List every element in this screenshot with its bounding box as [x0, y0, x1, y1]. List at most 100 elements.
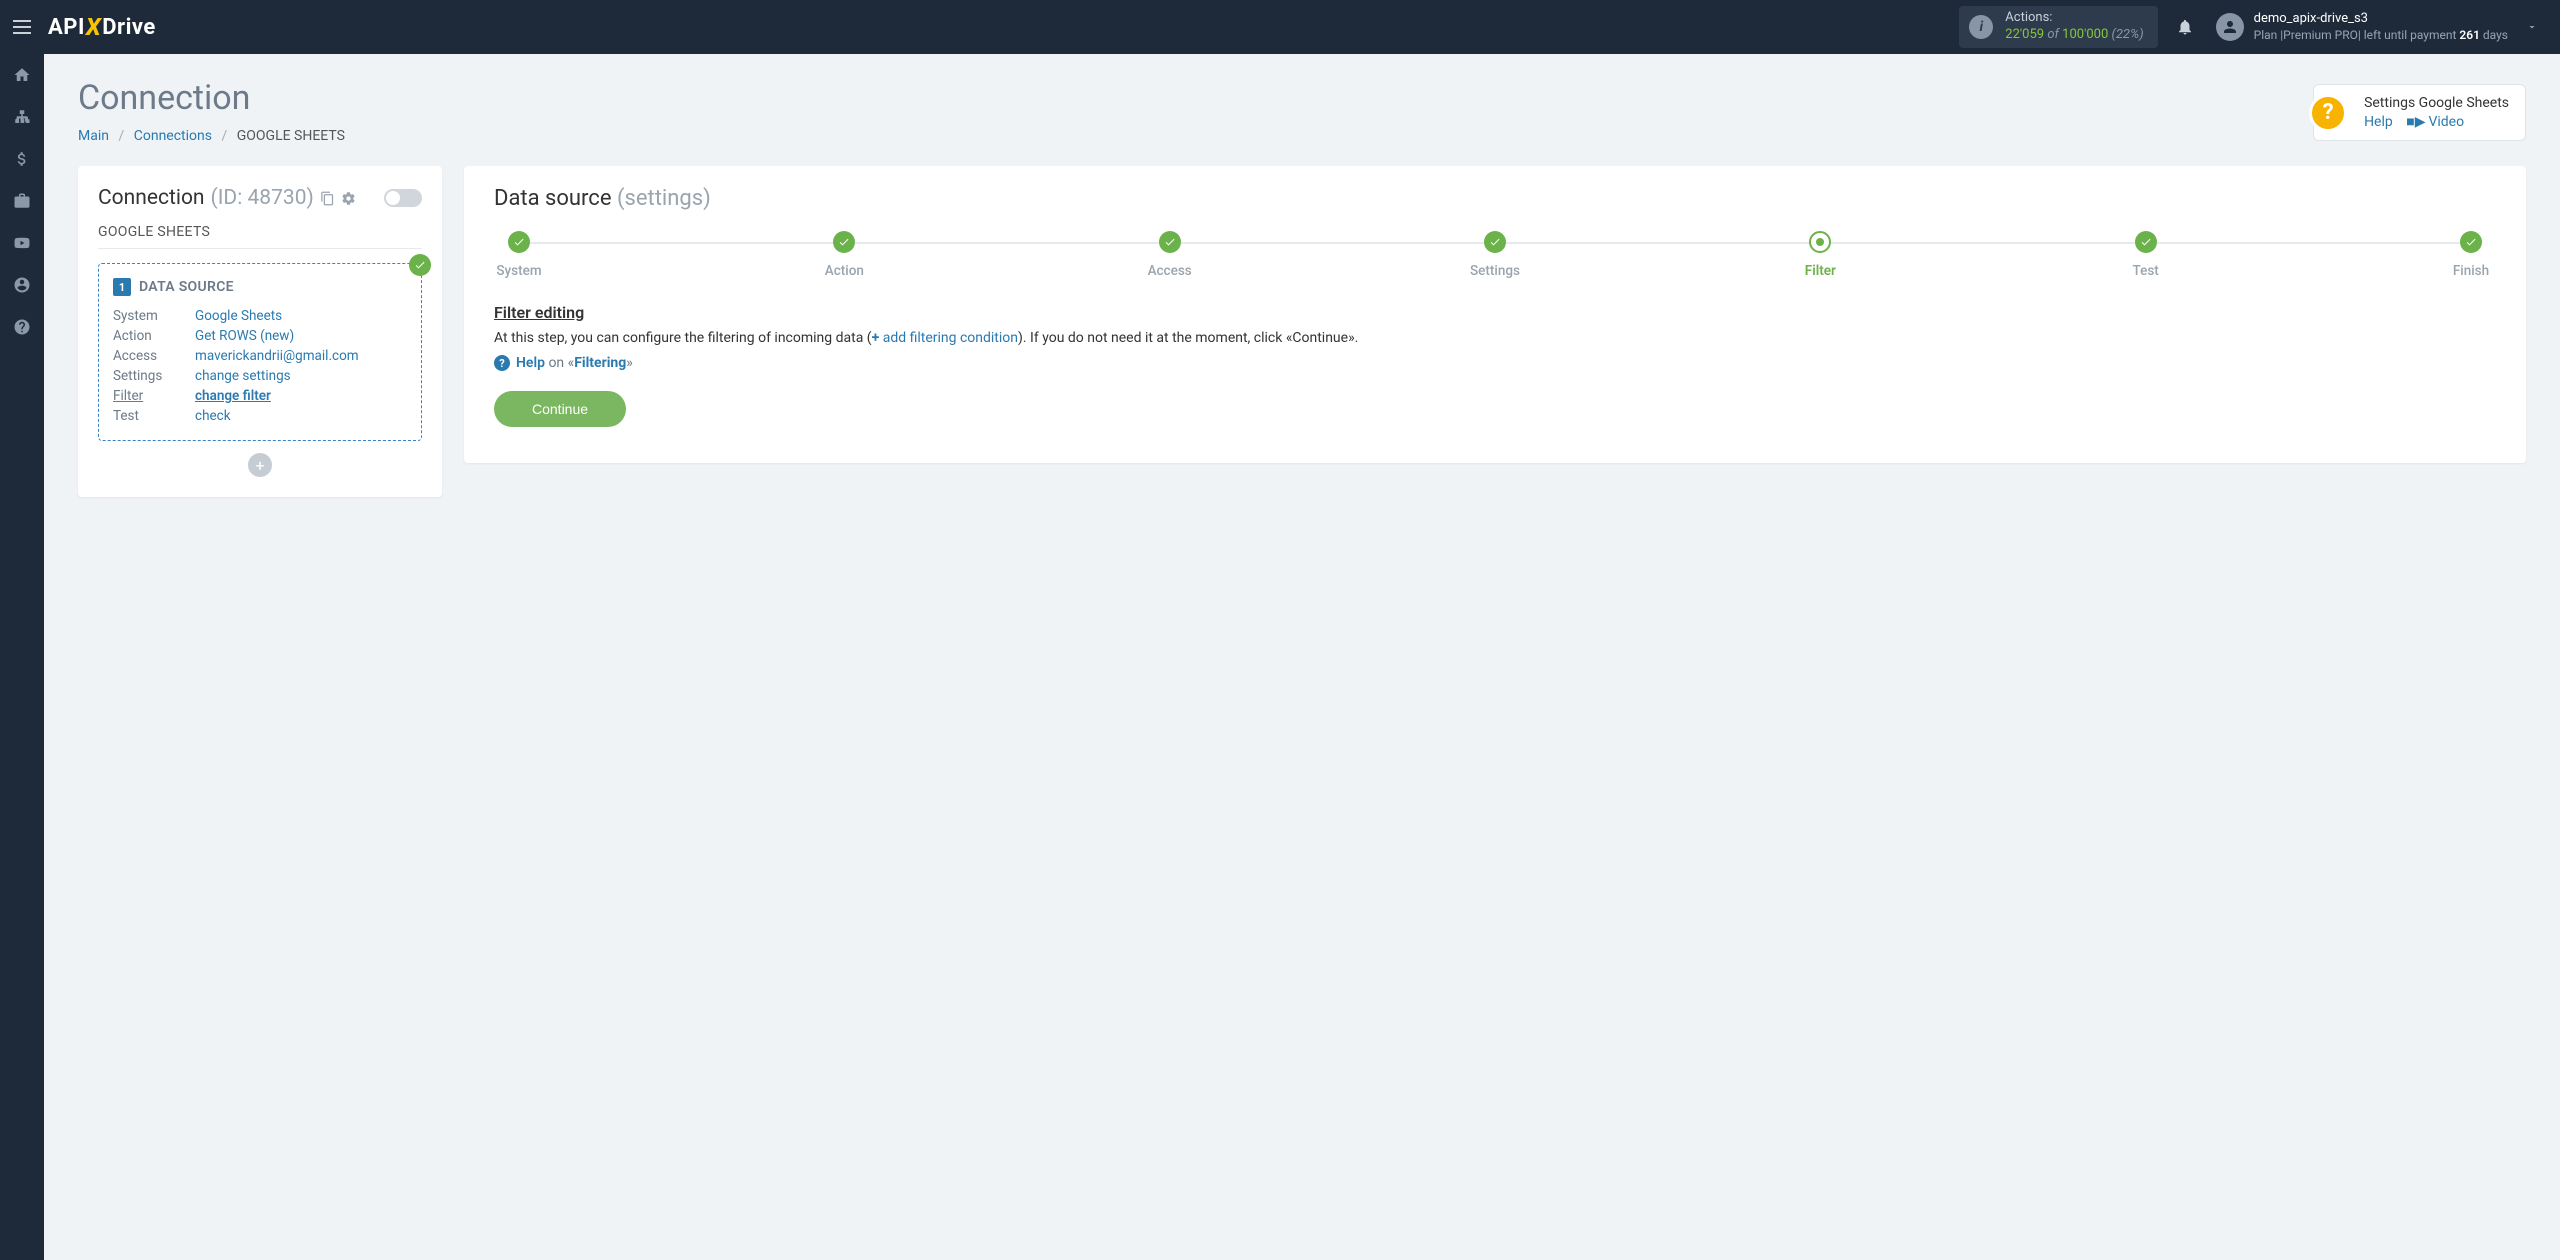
chevron-down-icon: [2526, 21, 2538, 33]
step-dot: [1484, 231, 1506, 253]
logo-api: API: [48, 15, 85, 40]
gear-icon[interactable]: [341, 191, 356, 206]
youtube-icon: [13, 234, 31, 252]
data-source-label: DATA SOURCE: [139, 279, 234, 295]
bell-icon: [2176, 18, 2194, 36]
sitemap-icon: [13, 108, 31, 126]
question-icon: [13, 318, 31, 336]
step-dot: [1159, 231, 1181, 253]
ds-row-settings: Settingschange settings: [113, 366, 407, 386]
user-name: demo_apix-drive_s3: [2254, 11, 2508, 28]
breadcrumb-connections[interactable]: Connections: [134, 128, 212, 144]
actions-label: Actions:: [2005, 10, 2143, 27]
logo[interactable]: APIXDrive: [48, 13, 156, 41]
help-q-icon: ?: [494, 355, 510, 371]
connection-id: (ID: 48730): [211, 186, 314, 210]
briefcase-icon: [13, 192, 31, 210]
ds-row-access: Accessmaverickandrii@gmail.com: [113, 346, 407, 366]
step-dot: [2460, 231, 2482, 253]
user-avatar-icon: [2216, 13, 2244, 41]
step-label: Test: [2133, 263, 2159, 279]
actions-of: of: [2047, 27, 2059, 42]
check-icon: [409, 254, 431, 276]
actions-used: 22'059: [2005, 27, 2044, 42]
step-system[interactable]: System: [494, 231, 544, 279]
user-plan: Plan |Premium PRO| left until payment 26…: [2254, 28, 2508, 44]
step-dot: [508, 231, 530, 253]
ds-settings-link[interactable]: change settings: [195, 368, 291, 384]
ds-test-link[interactable]: check: [195, 408, 231, 424]
sidebar-account[interactable]: [0, 264, 44, 306]
continue-button[interactable]: Continue: [494, 391, 626, 427]
add-filter-condition-link[interactable]: + add filtering condition: [872, 330, 1018, 346]
main-content: Connection Main / Connections / GOOGLE S…: [44, 54, 2560, 521]
actions-counter[interactable]: i Actions: 22'059 of 100'000 (22%): [1959, 6, 2157, 48]
ds-row-action: ActionGet ROWS (new): [113, 326, 407, 346]
step-action[interactable]: Action: [819, 231, 869, 279]
step-label: System: [496, 263, 541, 279]
step-label: Settings: [1470, 263, 1520, 279]
step-access[interactable]: Access: [1145, 231, 1195, 279]
connection-title: Connection: [98, 186, 205, 210]
step-filter[interactable]: Filter: [1795, 231, 1845, 279]
user-icon: [13, 276, 31, 294]
step-finish[interactable]: Finish: [2446, 231, 2496, 279]
actions-pct: (22%): [2112, 27, 2144, 42]
page-title: Connection: [78, 78, 2526, 118]
data-source-box: 1 DATA SOURCE SystemGoogle Sheets Action…: [98, 263, 422, 441]
hamburger-menu[interactable]: [0, 0, 44, 54]
connection-toggle[interactable]: [384, 189, 422, 207]
copy-icon[interactable]: [320, 191, 335, 206]
data-source-number: 1: [113, 278, 131, 296]
sidebar: [0, 54, 44, 1260]
data-source-title: Data source (settings): [494, 186, 2496, 211]
help-filtering-link[interactable]: Help: [516, 355, 545, 371]
add-destination-button[interactable]: +: [248, 453, 272, 477]
step-dot: [833, 231, 855, 253]
info-icon: i: [1969, 15, 1993, 39]
ds-row-test: Testcheck: [113, 406, 407, 426]
ds-access-link[interactable]: maverickandrii@gmail.com: [195, 348, 359, 364]
step-test[interactable]: Test: [2121, 231, 2171, 279]
step-dot: [2135, 231, 2157, 253]
ds-row-system: SystemGoogle Sheets: [113, 306, 407, 326]
sidebar-home[interactable]: [0, 54, 44, 96]
connection-service: GOOGLE SHEETS: [98, 224, 422, 249]
sidebar-help[interactable]: [0, 306, 44, 348]
dollar-icon: [13, 150, 31, 168]
step-settings[interactable]: Settings: [1470, 231, 1520, 279]
notifications-button[interactable]: [2164, 18, 2206, 36]
home-icon: [13, 66, 31, 84]
filter-editing-text: At this step, you can configure the filt…: [494, 328, 2496, 349]
sidebar-billing[interactable]: [0, 138, 44, 180]
breadcrumb-main[interactable]: Main: [78, 128, 109, 144]
connection-card: Connection (ID: 48730) GOOGLE SHEETS 1 D…: [78, 166, 442, 497]
help-line: ? Help on «Filtering»: [494, 355, 2496, 371]
ds-row-filter: Filterchange filter: [113, 386, 407, 406]
ds-action-link[interactable]: Get ROWS (new): [195, 328, 294, 344]
sidebar-video[interactable]: [0, 222, 44, 264]
help-qmark-icon[interactable]: ?: [2309, 94, 2347, 132]
user-menu[interactable]: demo_apix-drive_s3 Plan |Premium PRO| le…: [2206, 11, 2548, 43]
logo-drive: Drive: [102, 15, 156, 40]
topbar: APIXDrive i Actions: 22'059 of 100'000 (…: [0, 0, 2560, 54]
logo-x: X: [86, 13, 101, 41]
sidebar-connections[interactable]: [0, 96, 44, 138]
ds-system-link[interactable]: Google Sheets: [195, 308, 282, 324]
help-box-title: Settings Google Sheets: [2364, 95, 2509, 111]
breadcrumb-current: GOOGLE SHEETS: [237, 128, 345, 144]
breadcrumb: Main / Connections / GOOGLE SHEETS: [78, 128, 2526, 144]
step-label: Filter: [1805, 263, 1836, 279]
video-link[interactable]: Video: [2428, 114, 2464, 130]
stepper: System Action Access Settings Filter Test Fini…: [494, 231, 2496, 279]
step-label: Finish: [2453, 263, 2489, 279]
actions-total: 100'000: [2062, 27, 2108, 42]
settings-card: Data source (settings) System Action Acces…: [464, 166, 2526, 463]
help-link[interactable]: Help: [2364, 114, 2393, 130]
video-link-wrap[interactable]: ■▶Video: [2406, 114, 2474, 130]
sidebar-briefcase[interactable]: [0, 180, 44, 222]
step-label: Action: [825, 263, 864, 279]
step-label: Access: [1148, 263, 1192, 279]
ds-filter-link[interactable]: change filter: [195, 388, 271, 404]
camera-icon: ■▶: [2406, 114, 2425, 130]
